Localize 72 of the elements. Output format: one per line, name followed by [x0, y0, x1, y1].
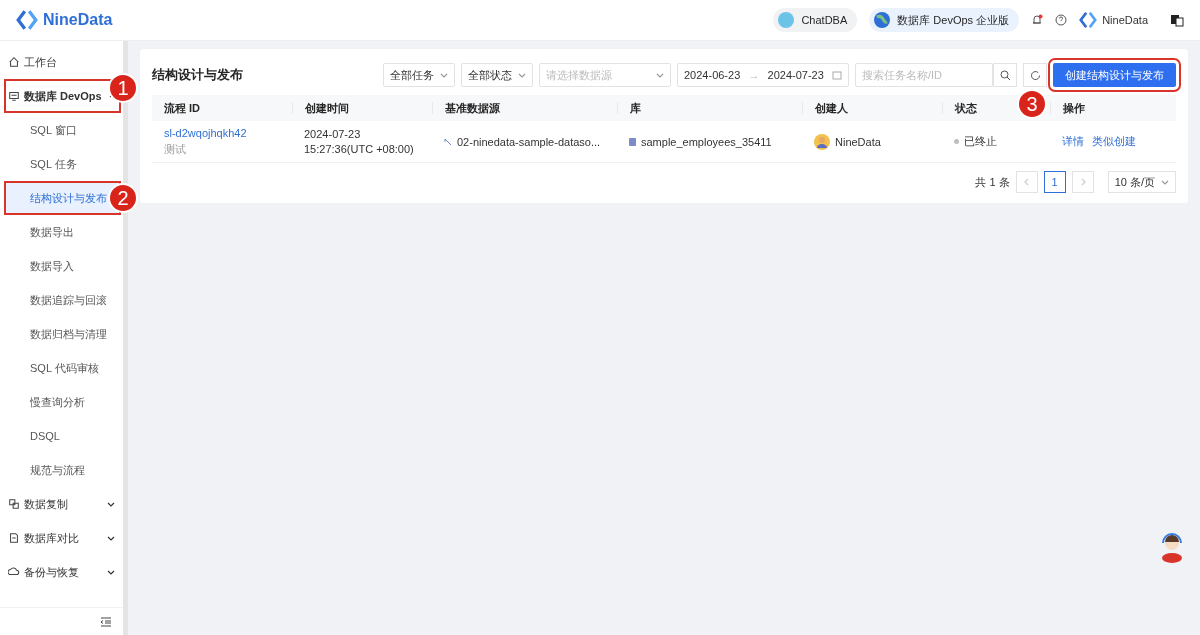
logo-icon	[16, 9, 38, 31]
column-header: 基准数据源	[432, 102, 617, 114]
column-header: 创建人	[802, 102, 942, 114]
nav-item[interactable]: 数据追踪与回滚	[0, 283, 123, 317]
home-icon	[8, 56, 20, 68]
flow-note: 测试	[164, 141, 187, 157]
refresh-icon	[1029, 69, 1041, 81]
datasource-icon	[444, 137, 452, 146]
chevron-icon	[107, 534, 115, 542]
chevron-icon	[656, 71, 664, 79]
created-date: 2024-07-23	[304, 128, 362, 140]
globe-icon	[873, 11, 892, 29]
status-text: 已终止	[964, 134, 997, 149]
table-cell: 02-ninedata-sample-dataso...	[457, 135, 601, 148]
bell-icon[interactable]	[1031, 14, 1044, 26]
task-filter[interactable]: 全部任务	[383, 63, 455, 87]
nav-item[interactable]: SQL 代码审核	[0, 351, 123, 385]
step-number-badge: 1	[108, 73, 138, 103]
table-cell: NineData	[835, 135, 881, 148]
cloud-icon	[8, 566, 20, 578]
collapse-menu-icon[interactable]	[100, 616, 111, 627]
column-header: 流程 ID	[163, 102, 202, 114]
nav-item[interactable]: 慢查询分析	[0, 385, 123, 419]
chevron-icon	[107, 568, 115, 576]
left-chevron-icon	[1022, 178, 1031, 186]
table-cell: sample_employees_35411	[641, 135, 772, 148]
calendar-icon	[832, 70, 842, 80]
search-button[interactable]	[993, 63, 1017, 87]
nav-item[interactable]: 数据导出	[0, 215, 123, 249]
action-link[interactable]: 类似创建	[1092, 134, 1136, 149]
search-field[interactable]: 搜索任务名称/ID	[855, 63, 993, 87]
user-name[interactable]: NineData	[1102, 14, 1148, 26]
nav-group[interactable]: 备份与恢复	[0, 555, 123, 589]
chatdba-chip[interactable]: ChatDBA	[773, 8, 858, 32]
chevron-icon	[1161, 178, 1169, 186]
logo-text: NineData	[43, 11, 113, 29]
column-header: 操作	[1050, 102, 1176, 114]
page-size-select[interactable]: 10 条/页	[1107, 171, 1176, 193]
date-separator: →	[748, 69, 760, 81]
status-filter[interactable]: 全部状态	[461, 63, 533, 87]
monitor-icon	[8, 90, 20, 102]
nav-group[interactable]: 数据复制	[0, 487, 123, 521]
flow-id-link[interactable]: sl-d2wqojhqkh42	[164, 126, 292, 139]
chevron-icon	[107, 500, 115, 508]
step-number-badge: 3	[1017, 89, 1047, 119]
document-icon	[8, 532, 20, 544]
page-title: 结构设计与发布	[152, 66, 244, 84]
refresh-button[interactable]	[1023, 63, 1047, 87]
copy-icon	[8, 498, 20, 510]
date-range-picker[interactable]: 2024-06-23 → 2024-07-23	[677, 63, 849, 87]
page-button[interactable]: 1	[1043, 171, 1066, 193]
created-time: 15:27:36(UTC +08:00)	[304, 143, 415, 155]
edition-chip[interactable]: 数据库 DevOps 企业版	[869, 8, 1020, 32]
nav-group[interactable]: 数据库对比	[0, 521, 123, 555]
nav-item[interactable]: 规范与流程	[0, 453, 123, 487]
column-header: 库	[617, 102, 802, 114]
nav-item[interactable]: DSQL	[0, 419, 123, 453]
nav-item[interactable]: 数据归档与清理	[0, 317, 123, 351]
search-icon	[999, 69, 1011, 81]
column-header: 创建时间	[292, 102, 432, 114]
chevron-icon	[518, 71, 526, 79]
nav-item[interactable]: SQL 窗口	[0, 113, 123, 147]
action-link[interactable]: 详情	[1062, 134, 1084, 149]
database-icon	[629, 137, 636, 146]
step-number-badge: 2	[108, 183, 138, 213]
nav-item[interactable]: SQL 任务	[0, 147, 123, 181]
help-icon[interactable]	[1055, 14, 1068, 26]
logo-icon	[1079, 11, 1098, 29]
total-count: 共 1 条	[975, 174, 1010, 190]
chevron-icon	[440, 71, 448, 79]
avatar-icon	[814, 133, 830, 150]
nav-item[interactable]: 数据导入	[0, 249, 123, 283]
